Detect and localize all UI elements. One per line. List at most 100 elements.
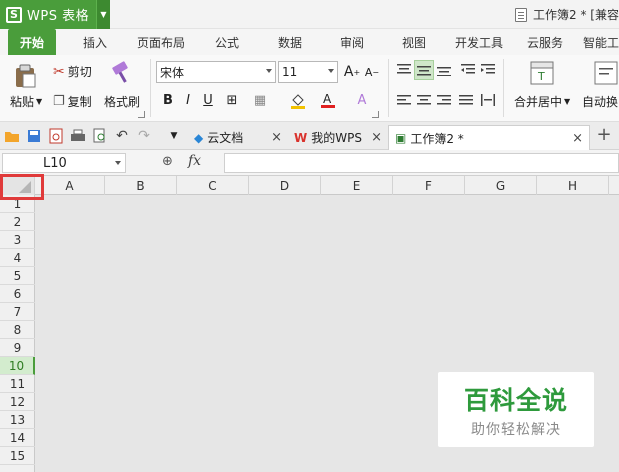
print-icon[interactable] (70, 128, 86, 144)
clipboard-dialog-launcher-icon[interactable] (138, 111, 145, 118)
document-icon (515, 7, 528, 22)
fill-color-icon[interactable] (288, 90, 308, 110)
row-header[interactable]: 14 (0, 429, 35, 447)
row-header[interactable]: 5 (0, 267, 35, 285)
column-header[interactable]: G (465, 176, 537, 195)
align-bottom-icon[interactable] (434, 60, 454, 80)
increase-indent-icon[interactable] (478, 60, 498, 80)
tab-view[interactable]: 视图 (392, 29, 436, 55)
close-icon[interactable]: × (572, 131, 583, 146)
row-header[interactable]: 4 (0, 249, 35, 267)
tab-home[interactable]: 开始 (8, 29, 56, 55)
doc-tab-workbook2[interactable]: ▣ 工作簿2 * × (388, 125, 590, 150)
row-header-active[interactable]: 10 (0, 357, 35, 375)
font-name-value: 宋体 (160, 65, 185, 80)
watermark-subtitle: 助你轻松解决 (471, 421, 561, 438)
distributed-align-icon[interactable] (478, 90, 498, 110)
merge-center-label: 合并居中 (514, 95, 563, 109)
increase-font-size-icon[interactable]: A + (342, 62, 362, 82)
justify-icon[interactable] (456, 90, 476, 110)
column-header[interactable]: E (321, 176, 393, 195)
tab-data[interactable]: 数据 (268, 29, 312, 55)
function-fx-button[interactable]: fx (188, 153, 201, 169)
cube-icon: ◆ (194, 130, 204, 145)
tab-cloud-services[interactable]: 云服务 (521, 29, 569, 55)
column-header[interactable]: F (393, 176, 465, 195)
align-right-icon[interactable] (434, 90, 454, 110)
column-header[interactable]: C (177, 176, 249, 195)
paste-icon[interactable] (12, 63, 38, 89)
print-preview-icon[interactable] (92, 128, 108, 144)
tab-page-layout[interactable]: 页面布局 (132, 29, 190, 55)
row-header[interactable]: 6 (0, 285, 35, 303)
row-header[interactable]: 12 (0, 393, 35, 411)
close-icon[interactable]: × (371, 130, 382, 145)
fill-pattern-icon[interactable]: ▦ (250, 90, 270, 110)
row-header[interactable]: 7 (0, 303, 35, 321)
open-folder-icon[interactable] (4, 128, 20, 144)
export-pdf-icon[interactable] (48, 128, 64, 144)
row-header[interactable]: 11 (0, 375, 35, 393)
underline-icon[interactable]: U (198, 90, 218, 110)
copy-button[interactable]: ❐ 复制 (53, 93, 92, 110)
column-header[interactable]: A (35, 176, 105, 195)
column-header[interactable]: H (537, 176, 609, 195)
customize-toolbar-icon[interactable]: ▼ (166, 128, 182, 144)
close-icon[interactable]: × (271, 130, 282, 145)
column-header-row: A B C D E F G H (0, 176, 619, 195)
decrease-indent-icon[interactable] (458, 60, 478, 80)
cell-reference: L10 (43, 155, 67, 171)
bold-icon[interactable]: B (158, 90, 178, 110)
align-center-icon[interactable] (414, 90, 434, 110)
merge-center-button[interactable]: 合并居中 ▼ (514, 93, 570, 110)
row-header[interactable]: 9 (0, 339, 35, 357)
formula-input[interactable] (224, 153, 619, 173)
borders-icon[interactable]: ⊞ (222, 90, 242, 110)
ribbon-toolbar: 粘贴 ▼ ✂ 剪切 ❐ 复制 格式刷 宋体 11 A + A − B I U ⊞ ▦ … (0, 55, 619, 122)
merge-center-icon[interactable]: T (530, 61, 554, 85)
column-header[interactable]: D (249, 176, 321, 195)
align-middle-icon[interactable] (414, 60, 434, 80)
wps-w-icon: W (294, 130, 308, 145)
redo-icon[interactable]: ↷ (136, 128, 152, 144)
save-icon[interactable] (26, 128, 42, 144)
cut-button[interactable]: ✂ 剪切 (53, 63, 92, 80)
paste-button[interactable]: 粘贴 ▼ (10, 93, 42, 110)
tab-developer[interactable]: 开发工具 (450, 29, 508, 55)
font-size-select[interactable]: 11 (278, 61, 338, 83)
row-header[interactable]: 15 (0, 447, 35, 465)
align-left-icon[interactable] (394, 90, 414, 110)
tab-formulas[interactable]: 公式 (205, 29, 249, 55)
doc-tab-cloud[interactable]: ◆ 云文档 × (188, 125, 288, 150)
row-header[interactable]: 3 (0, 231, 35, 249)
tab-insert[interactable]: 插入 (75, 29, 115, 55)
tab-smart-tools[interactable]: 智能工 (583, 29, 619, 55)
wrap-text-icon[interactable] (594, 61, 618, 85)
row-header[interactable]: 13 (0, 411, 35, 429)
doc-tab-my-wps[interactable]: W 我的WPS × (288, 125, 388, 150)
column-header[interactable]: B (105, 176, 177, 195)
align-top-icon[interactable] (394, 60, 414, 80)
font-name-select[interactable]: 宋体 (156, 61, 276, 83)
wrap-text-button[interactable]: 自动换 (582, 93, 618, 110)
row-header[interactable]: 8 (0, 321, 35, 339)
format-painter-button[interactable]: 格式刷 (104, 93, 140, 110)
italic-icon[interactable]: I (178, 90, 198, 110)
font-dialog-launcher-icon[interactable] (372, 111, 379, 118)
zoom-search-icon[interactable]: ⊕ (162, 154, 173, 169)
tab-review[interactable]: 审阅 (330, 29, 374, 55)
decrease-font-size-icon[interactable]: A − (362, 62, 382, 82)
name-box[interactable]: L10 (2, 153, 126, 173)
select-all-triangle-icon[interactable] (19, 181, 31, 193)
chevron-down-icon (328, 69, 334, 73)
new-tab-icon[interactable]: + (596, 124, 612, 145)
chevron-down-icon[interactable]: ▼ (96, 0, 110, 29)
quick-access-bar: ↶ ↷ ▼ ◆ 云文档 × W 我的WPS × ▣ 工作簿2 * × + (0, 122, 619, 150)
undo-icon[interactable]: ↶ (114, 128, 130, 144)
format-painter-label: 格式刷 (104, 95, 141, 109)
font-color-icon[interactable]: A (318, 90, 338, 110)
app-menu-button[interactable]: S WPS 表格 ▼ (0, 0, 110, 29)
clear-format-icon[interactable]: A (352, 90, 372, 110)
format-painter-icon[interactable] (110, 61, 134, 85)
row-header[interactable]: 2 (0, 213, 35, 231)
